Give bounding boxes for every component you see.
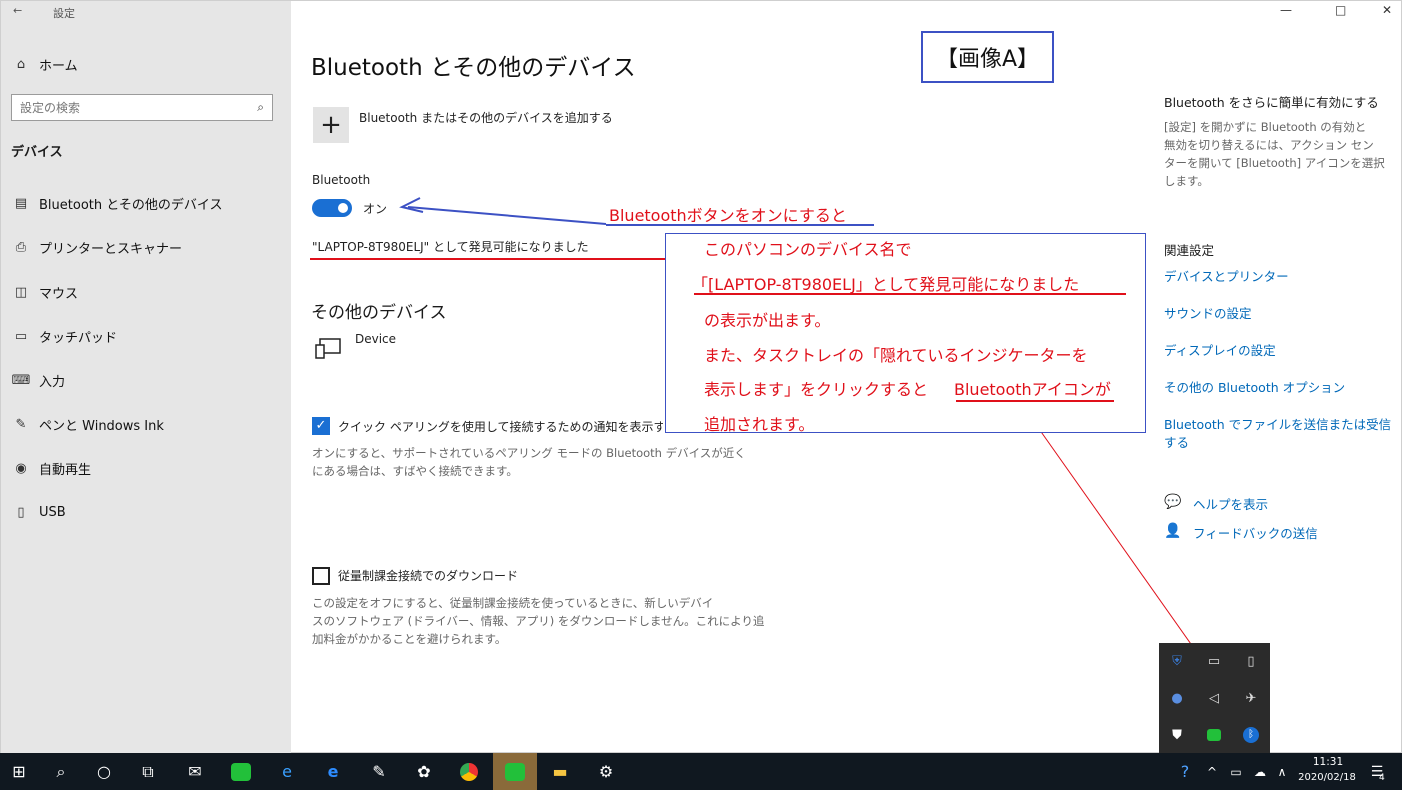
hidden-icons-popup: ⛨ ▭ ▯ ● ◁ ✈ ⛊ ᛒ	[1159, 643, 1270, 754]
speaker-icon[interactable]: ◁	[1202, 686, 1226, 710]
ime-icon[interactable]: ∧	[1270, 753, 1294, 790]
taskbar: ⊞ ⌕ ○ ⧉ ✉ e e ✎ ✿ ▬ ⚙ ? ^ ▭ ☁ ∧ 11:31 20…	[0, 753, 1402, 790]
start-icon[interactable]: ⊞	[0, 753, 38, 790]
clock-date[interactable]: 2020/02/18	[1292, 772, 1362, 783]
bluetooth-tray-icon[interactable]: ᛒ	[1239, 723, 1263, 747]
callout-line-6: 追加されます。	[704, 415, 815, 434]
annotation-callout: このパソコンのデバイス名で 「[LAPTOP-8T980ELJ」として発見可能に…	[665, 233, 1146, 434]
callout-underline-2	[956, 400, 1114, 402]
help-tray-icon[interactable]: ?	[1170, 753, 1200, 790]
security-shield-icon[interactable]: ⛊	[1165, 723, 1189, 747]
callout-underline-1	[694, 293, 1126, 295]
airplane-icon[interactable]: ✈	[1239, 686, 1263, 710]
paint-icon[interactable]: ✿	[405, 753, 443, 790]
callout-line-4: また、タスクトレイの「隠れているインジケーターを	[704, 346, 1088, 365]
notification-center-icon[interactable]: ☰	[1362, 753, 1392, 790]
battery-icon[interactable]: ▭	[1224, 753, 1248, 790]
cortana-icon[interactable]: ○	[85, 753, 123, 790]
settings-gear-icon[interactable]: ⚙	[587, 753, 625, 790]
search-taskbar-icon[interactable]: ⌕	[42, 753, 80, 790]
edge-icon[interactable]: e	[314, 753, 352, 790]
internet-explorer-icon[interactable]: e	[268, 753, 306, 790]
onedrive-icon[interactable]: ☁	[1248, 753, 1272, 790]
defender-icon[interactable]: ⛨	[1165, 649, 1189, 673]
line-active-icon[interactable]	[493, 753, 537, 790]
callout-line-3: の表示が出ます。	[704, 311, 831, 330]
callout-line-5a: 表示します」をクリックすると	[704, 380, 929, 399]
network-user-icon[interactable]: ●	[1165, 686, 1189, 710]
notification-count: 4	[1379, 773, 1385, 783]
file-explorer-icon[interactable]: ▬	[541, 753, 579, 790]
display-icon[interactable]: ▭	[1202, 649, 1226, 673]
line-app-icon[interactable]	[222, 753, 260, 790]
mail-icon[interactable]: ✉	[176, 753, 214, 790]
callout-line-2: 「[LAPTOP-8T980ELJ」として発見可能になりました	[692, 275, 1080, 294]
chrome-icon[interactable]	[450, 753, 488, 790]
clock-time[interactable]: 11:31	[1298, 756, 1358, 768]
callout-line-5b: Bluetoothアイコンが	[954, 380, 1111, 399]
device-tray-icon[interactable]: ▯	[1239, 649, 1263, 673]
callout-line-1: このパソコンのデバイス名で	[704, 240, 912, 259]
task-view-icon[interactable]: ⧉	[129, 753, 167, 790]
line-tray-icon[interactable]	[1202, 723, 1226, 747]
notepad-icon[interactable]: ✎	[360, 753, 398, 790]
show-hidden-icons-icon[interactable]: ^	[1200, 753, 1224, 790]
